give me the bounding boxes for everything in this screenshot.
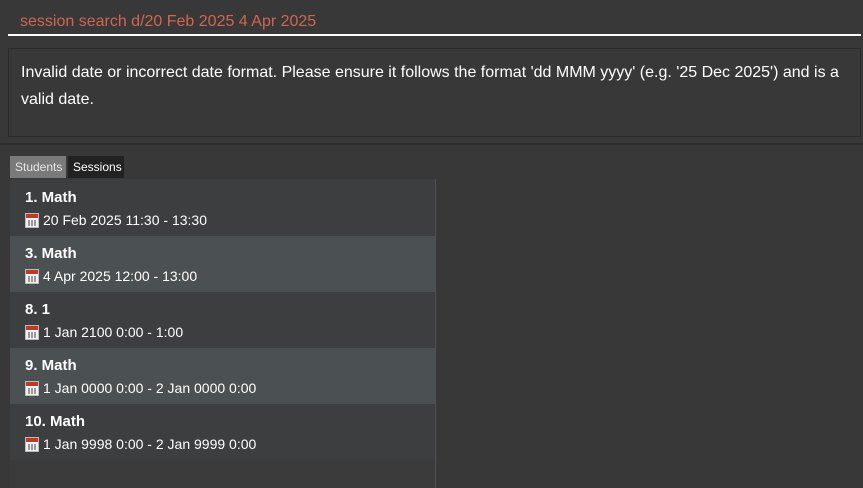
- session-time: 4 Apr 2025 12:00 - 13:00: [43, 268, 198, 284]
- session-time: 1 Jan 2100 0:00 - 1:00: [43, 324, 184, 340]
- result-display: Invalid date or incorrect date format. P…: [8, 48, 861, 137]
- session-title: 8. 1: [25, 301, 51, 318]
- session-list-item[interactable]: 9. Math 1 Jan 0000 0:00 - 2 Jan 0000 0:0…: [10, 348, 435, 404]
- session-time-row: 4 Apr 2025 12:00 - 13:00: [25, 266, 435, 286]
- session-time-row: 1 Jan 2100 0:00 - 1:00: [25, 322, 435, 342]
- session-title: 9. Math: [25, 357, 77, 374]
- command-box: [0, 0, 863, 38]
- tab-sessions[interactable]: Sessions: [68, 156, 124, 178]
- session-list-item[interactable]: 8. 1 1 Jan 2100 0:00 - 1:00: [10, 292, 435, 348]
- calendar-icon: [25, 324, 39, 340]
- command-input[interactable]: [8, 0, 861, 36]
- calendar-icon: [25, 268, 39, 284]
- session-time: 1 Jan 9998 0:00 - 2 Jan 9999 0:00: [43, 436, 257, 452]
- panel-divider: [0, 143, 863, 145]
- session-time-row: 1 Jan 9998 0:00 - 2 Jan 9999 0:00: [25, 434, 435, 454]
- session-title: 10. Math: [25, 413, 86, 430]
- session-list-item[interactable]: 1. Math 20 Feb 2025 11:30 - 13:30: [10, 180, 435, 236]
- tab-students[interactable]: Students: [10, 156, 66, 178]
- session-list-item[interactable]: 10. Math 1 Jan 9998 0:00 - 2 Jan 9999 0:…: [10, 404, 435, 460]
- calendar-icon: [25, 212, 39, 228]
- calendar-icon: [25, 436, 39, 452]
- session-time-row: 1 Jan 0000 0:00 - 2 Jan 0000 0:00: [25, 378, 435, 398]
- session-time: 20 Feb 2025 11:30 - 13:30: [43, 212, 207, 228]
- session-title: 3. Math: [25, 245, 77, 262]
- result-message: Invalid date or incorrect date format. P…: [21, 64, 839, 108]
- calendar-icon: [25, 380, 39, 396]
- session-time-row: 20 Feb 2025 11:30 - 13:30: [25, 210, 435, 230]
- list-border: [435, 179, 436, 488]
- session-time: 1 Jan 0000 0:00 - 2 Jan 0000 0:00: [43, 380, 257, 396]
- session-title: 1. Math: [25, 189, 77, 206]
- session-list-item[interactable]: 3. Math 4 Apr 2025 12:00 - 13:00: [10, 236, 435, 292]
